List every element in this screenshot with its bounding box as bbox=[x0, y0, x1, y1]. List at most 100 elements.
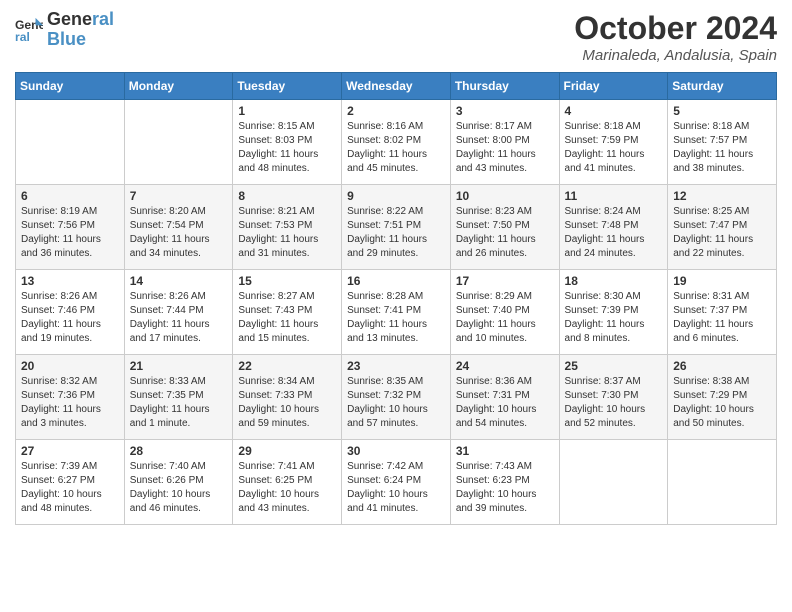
svg-text:ral: ral bbox=[15, 30, 30, 44]
day-number: 30 bbox=[347, 444, 445, 458]
day-number: 22 bbox=[238, 359, 336, 373]
day-number: 11 bbox=[565, 189, 663, 203]
day-info: Sunrise: 8:26 AM Sunset: 7:44 PM Dayligh… bbox=[130, 290, 228, 346]
day-number: 15 bbox=[238, 274, 336, 288]
day-info: Sunrise: 8:36 AM Sunset: 7:31 PM Dayligh… bbox=[456, 375, 554, 431]
day-number: 31 bbox=[456, 444, 554, 458]
day-info: Sunrise: 8:20 AM Sunset: 7:54 PM Dayligh… bbox=[130, 205, 228, 261]
day-number: 16 bbox=[347, 274, 445, 288]
day-number: 20 bbox=[21, 359, 119, 373]
calendar-header: SundayMondayTuesdayWednesdayThursdayFrid… bbox=[16, 73, 777, 100]
calendar-cell: 15 Sunrise: 8:27 AM Sunset: 7:43 PM Dayli… bbox=[233, 270, 342, 355]
day-info: Sunrise: 8:23 AM Sunset: 7:50 PM Dayligh… bbox=[456, 205, 554, 261]
calendar-cell: 21Sunrise: 8:33 AM Sunset: 7:35 PM Dayli… bbox=[124, 355, 233, 440]
day-info: Sunrise: 8:24 AM Sunset: 7:48 PM Dayligh… bbox=[565, 205, 663, 261]
day-number: 6 bbox=[21, 189, 119, 203]
day-info: Sunrise: 7:41 AM Sunset: 6:25 PM Dayligh… bbox=[238, 460, 336, 516]
calendar-cell: 22 Sunrise: 8:34 AM Sunset: 7:33 PM Dayli… bbox=[233, 355, 342, 440]
day-info: Sunrise: 7:42 AM Sunset: 6:24 PM Dayligh… bbox=[347, 460, 445, 516]
day-info: Sunrise: 8:26 AM Sunset: 7:46 PM Dayligh… bbox=[21, 290, 119, 346]
calendar-cell: 19 Sunrise: 8:31 AM Sunset: 7:37 PM Dayli… bbox=[668, 270, 777, 355]
day-info: Sunrise: 8:34 AM Sunset: 7:33 PM Dayligh… bbox=[238, 375, 336, 431]
day-info: Sunrise: 8:25 AM Sunset: 7:47 PM Dayligh… bbox=[673, 205, 771, 261]
calendar-cell: 16 Sunrise: 8:28 AM Sunset: 7:41 PM Dayli… bbox=[342, 270, 451, 355]
calendar-cell: 18Sunrise: 8:30 AM Sunset: 7:39 PM Dayli… bbox=[559, 270, 668, 355]
calendar-cell bbox=[16, 100, 125, 185]
calendar-cell: 23 Sunrise: 8:35 AM Sunset: 7:32 PM Dayli… bbox=[342, 355, 451, 440]
calendar-cell: 13 Sunrise: 8:26 AM Sunset: 7:46 PM Dayli… bbox=[16, 270, 125, 355]
calendar-cell: 27 Sunrise: 7:39 AM Sunset: 6:27 PM Dayli… bbox=[16, 440, 125, 525]
day-number: 17 bbox=[456, 274, 554, 288]
calendar-cell bbox=[668, 440, 777, 525]
day-number: 4 bbox=[565, 104, 663, 118]
day-number: 23 bbox=[347, 359, 445, 373]
day-info: Sunrise: 8:28 AM Sunset: 7:41 PM Dayligh… bbox=[347, 290, 445, 346]
day-number: 26 bbox=[673, 359, 771, 373]
calendar-cell: 8 Sunrise: 8:21 AM Sunset: 7:53 PM Daylig… bbox=[233, 185, 342, 270]
logo-icon: Gene ral bbox=[15, 16, 43, 44]
day-info: Sunrise: 8:15 AM Sunset: 8:03 PM Dayligh… bbox=[238, 120, 336, 176]
day-info: Sunrise: 8:16 AM Sunset: 8:02 PM Dayligh… bbox=[347, 120, 445, 176]
calendar-cell: 1 Sunrise: 8:15 AM Sunset: 8:03 PM Daylig… bbox=[233, 100, 342, 185]
calendar-cell bbox=[124, 100, 233, 185]
calendar-cell: 24Sunrise: 8:36 AM Sunset: 7:31 PM Dayli… bbox=[450, 355, 559, 440]
day-number: 18 bbox=[565, 274, 663, 288]
day-info: Sunrise: 8:18 AM Sunset: 7:57 PM Dayligh… bbox=[673, 120, 771, 176]
day-info: Sunrise: 8:22 AM Sunset: 7:51 PM Dayligh… bbox=[347, 205, 445, 261]
day-info: Sunrise: 8:33 AM Sunset: 7:35 PM Dayligh… bbox=[130, 375, 228, 431]
calendar-cell: 30 Sunrise: 7:42 AM Sunset: 6:24 PM Dayli… bbox=[342, 440, 451, 525]
day-number: 12 bbox=[673, 189, 771, 203]
day-info: Sunrise: 7:43 AM Sunset: 6:23 PM Dayligh… bbox=[456, 460, 554, 516]
calendar-week: 6 Sunrise: 8:19 AM Sunset: 7:56 PM Daylig… bbox=[16, 185, 777, 270]
day-info: Sunrise: 8:18 AM Sunset: 7:59 PM Dayligh… bbox=[565, 120, 663, 176]
calendar-week: 1 Sunrise: 8:15 AM Sunset: 8:03 PM Daylig… bbox=[16, 100, 777, 185]
calendar-cell: 9 Sunrise: 8:22 AM Sunset: 7:51 PM Daylig… bbox=[342, 185, 451, 270]
calendar-cell: 28Sunrise: 7:40 AM Sunset: 6:26 PM Dayli… bbox=[124, 440, 233, 525]
day-info: Sunrise: 8:17 AM Sunset: 8:00 PM Dayligh… bbox=[456, 120, 554, 176]
calendar-cell: 10 Sunrise: 8:23 AM Sunset: 7:50 PM Dayli… bbox=[450, 185, 559, 270]
day-number: 2 bbox=[347, 104, 445, 118]
calendar-cell: 11 Sunrise: 8:24 AM Sunset: 7:48 PM Dayli… bbox=[559, 185, 668, 270]
day-number: 19 bbox=[673, 274, 771, 288]
weekday-header: Sunday bbox=[16, 73, 125, 100]
day-info: Sunrise: 8:35 AM Sunset: 7:32 PM Dayligh… bbox=[347, 375, 445, 431]
calendar-cell: 4 Sunrise: 8:18 AM Sunset: 7:59 PM Daylig… bbox=[559, 100, 668, 185]
day-info: Sunrise: 8:27 AM Sunset: 7:43 PM Dayligh… bbox=[238, 290, 336, 346]
calendar-cell: 17 Sunrise: 8:29 AM Sunset: 7:40 PM Dayli… bbox=[450, 270, 559, 355]
calendar-cell: 2 Sunrise: 8:16 AM Sunset: 8:02 PM Daylig… bbox=[342, 100, 451, 185]
calendar-cell: 26 Sunrise: 8:38 AM Sunset: 7:29 PM Dayli… bbox=[668, 355, 777, 440]
calendar-cell: 25Sunrise: 8:37 AM Sunset: 7:30 PM Dayli… bbox=[559, 355, 668, 440]
day-info: Sunrise: 8:38 AM Sunset: 7:29 PM Dayligh… bbox=[673, 375, 771, 431]
day-number: 13 bbox=[21, 274, 119, 288]
day-number: 27 bbox=[21, 444, 119, 458]
day-info: Sunrise: 8:29 AM Sunset: 7:40 PM Dayligh… bbox=[456, 290, 554, 346]
day-number: 10 bbox=[456, 189, 554, 203]
calendar-cell: 3 Sunrise: 8:17 AM Sunset: 8:00 PM Daylig… bbox=[450, 100, 559, 185]
day-number: 9 bbox=[347, 189, 445, 203]
logo: Gene ral GeneralBlue bbox=[15, 10, 114, 50]
weekday-header: Saturday bbox=[668, 73, 777, 100]
day-info: Sunrise: 8:31 AM Sunset: 7:37 PM Dayligh… bbox=[673, 290, 771, 346]
day-number: 29 bbox=[238, 444, 336, 458]
weekday-header: Tuesday bbox=[233, 73, 342, 100]
day-number: 3 bbox=[456, 104, 554, 118]
calendar-week: 13 Sunrise: 8:26 AM Sunset: 7:46 PM Dayli… bbox=[16, 270, 777, 355]
day-number: 14 bbox=[130, 274, 228, 288]
day-info: Sunrise: 8:19 AM Sunset: 7:56 PM Dayligh… bbox=[21, 205, 119, 261]
calendar-table: SundayMondayTuesdayWednesdayThursdayFrid… bbox=[15, 72, 777, 525]
calendar-cell: 12 Sunrise: 8:25 AM Sunset: 7:47 PM Dayli… bbox=[668, 185, 777, 270]
day-info: Sunrise: 7:39 AM Sunset: 6:27 PM Dayligh… bbox=[21, 460, 119, 516]
calendar-cell: 20Sunrise: 8:32 AM Sunset: 7:36 PM Dayli… bbox=[16, 355, 125, 440]
day-number: 5 bbox=[673, 104, 771, 118]
calendar-week: 27 Sunrise: 7:39 AM Sunset: 6:27 PM Dayli… bbox=[16, 440, 777, 525]
calendar-cell: 14 Sunrise: 8:26 AM Sunset: 7:44 PM Dayli… bbox=[124, 270, 233, 355]
day-number: 7 bbox=[130, 189, 228, 203]
day-info: Sunrise: 7:40 AM Sunset: 6:26 PM Dayligh… bbox=[130, 460, 228, 516]
title-block: October 2024 Marinaleda, Andalusia, Spai… bbox=[574, 10, 777, 64]
calendar-week: 20Sunrise: 8:32 AM Sunset: 7:36 PM Dayli… bbox=[16, 355, 777, 440]
logo-text: GeneralBlue bbox=[47, 10, 114, 50]
day-number: 8 bbox=[238, 189, 336, 203]
day-info: Sunrise: 8:21 AM Sunset: 7:53 PM Dayligh… bbox=[238, 205, 336, 261]
weekday-header: Monday bbox=[124, 73, 233, 100]
day-number: 1 bbox=[238, 104, 336, 118]
